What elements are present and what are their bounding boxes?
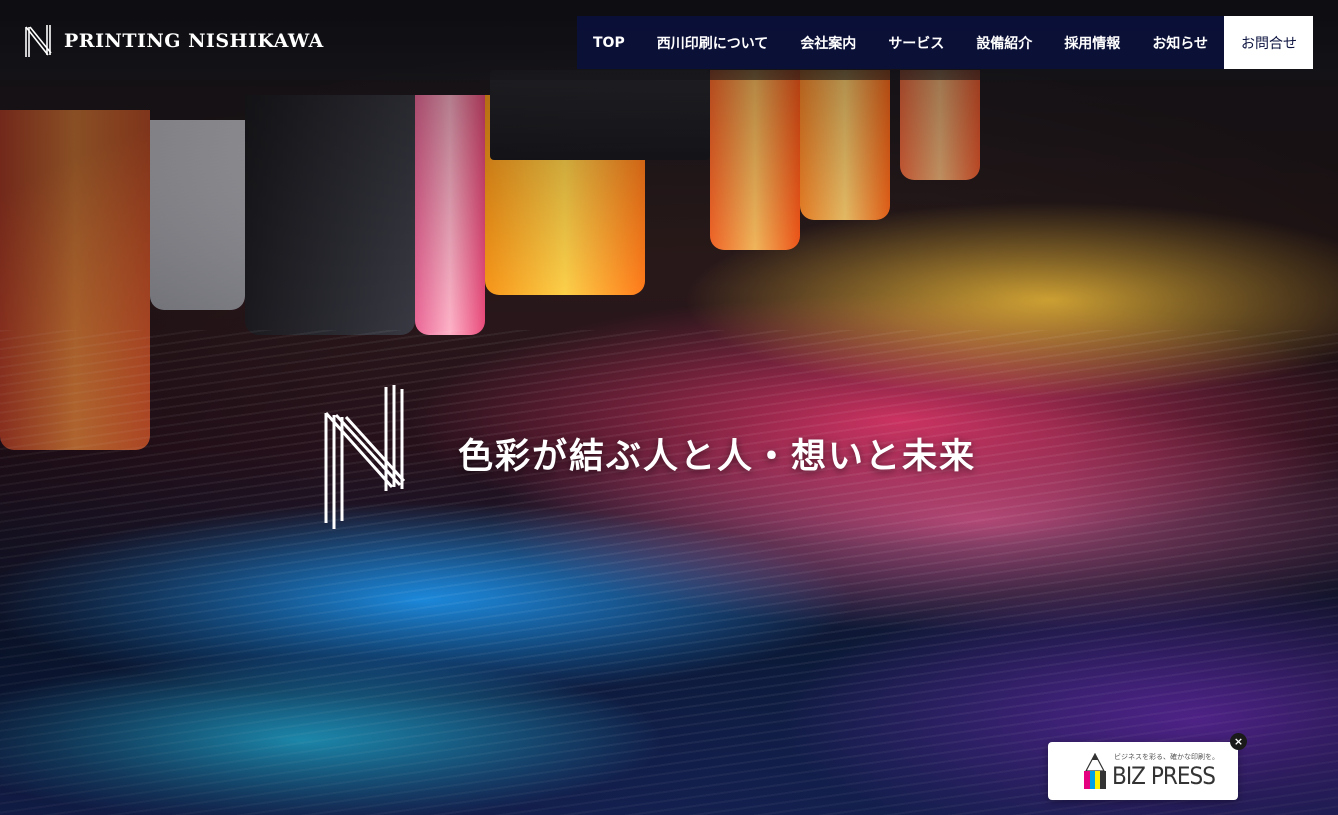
nav-item-equipment[interactable]: 設備紹介 [960, 16, 1048, 69]
n-logo-icon [25, 25, 52, 57]
nav-item-top[interactable]: TOP [577, 16, 641, 69]
main-nav: TOP 西川印刷について 会社案内 サービス 設備紹介 採用情報 お知らせ お問… [577, 16, 1314, 69]
n-emblem-icon [324, 385, 406, 529]
vignette [0, 0, 1338, 815]
close-icon[interactable]: × [1230, 733, 1247, 750]
site-logo[interactable]: PRINTING NISHIKAWA [24, 24, 324, 58]
nav-item-services[interactable]: サービス [872, 16, 960, 69]
bizpress-banner[interactable]: ビジネスを彩る、確かな印刷を。 BIZ PRESS [1048, 742, 1238, 800]
nav-item-news[interactable]: お知らせ [1136, 16, 1224, 69]
nav-item-company[interactable]: 会社案内 [784, 16, 872, 69]
widget-subtitle: ビジネスを彩る、確かな印刷を。 [1114, 753, 1219, 761]
logo-text: PRINTING NISHIKAWA [64, 30, 324, 52]
pencil-cmyk-icon [1084, 753, 1106, 789]
nav-item-recruit[interactable]: 採用情報 [1048, 16, 1136, 69]
nav-item-about[interactable]: 西川印刷について [641, 16, 785, 69]
contact-button[interactable]: お問合せ [1224, 16, 1314, 69]
widget-title: BIZ PRESS [1112, 762, 1216, 790]
hero-tagline: 色彩が結ぶ人と人・想いと未来 [458, 437, 977, 477]
hero-background: PRINTING NISHIKAWA TOP 西川印刷について 会社案内 サービ… [0, 0, 1338, 815]
